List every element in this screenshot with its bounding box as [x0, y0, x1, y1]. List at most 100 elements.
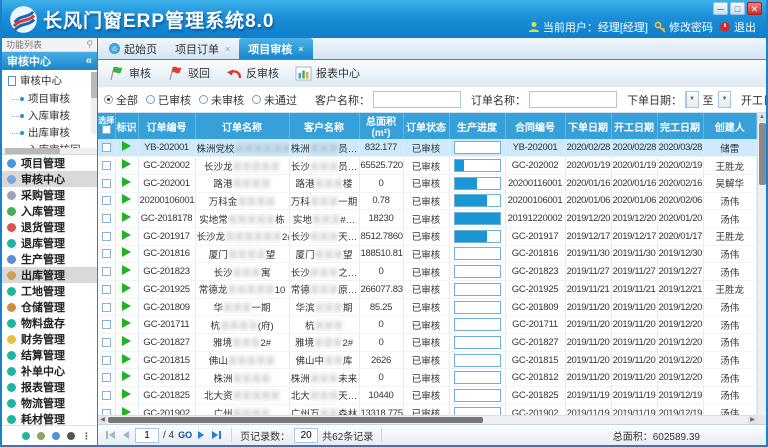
- sidebar-menu-item[interactable]: 耗材管理: [2, 411, 97, 425]
- table-row[interactable]: GC-202002 长沙龙某某某某某 长沙某某某员… 65525.7200… 已…: [98, 157, 757, 175]
- prev-page-button[interactable]: [121, 431, 131, 439]
- order-date-from-input[interactable]: / /▼: [685, 91, 699, 108]
- col-customer[interactable]: 客户名称: [289, 113, 359, 139]
- col-order-name[interactable]: 订单名称: [195, 113, 289, 139]
- sidebar-menu-item[interactable]: 退货管理: [2, 219, 97, 235]
- row-checkbox[interactable]: [102, 320, 111, 329]
- order-date-to-input[interactable]: / /▼: [718, 91, 732, 108]
- row-checkbox[interactable]: [102, 338, 111, 347]
- table-row[interactable]: GC-201827 雅境某某某2# 雅境某某某2# 0 已审核 GC-20182…: [98, 334, 757, 352]
- pin-icon[interactable]: ⚲: [86, 39, 93, 50]
- row-checkbox[interactable]: [102, 285, 111, 294]
- table-row[interactable]: YB-202001 株洲党校某某某某某某 株洲某某某员… 832.177 已审核…: [98, 139, 757, 157]
- row-checkbox[interactable]: [102, 356, 111, 365]
- maximize-button[interactable]: □: [730, 2, 745, 15]
- col-finish-date[interactable]: 完工日期: [657, 113, 703, 139]
- col-contract-no[interactable]: 合同编号: [505, 113, 565, 139]
- vertical-scroll-thumb[interactable]: [759, 123, 766, 185]
- radio-approved[interactable]: 已审核: [146, 92, 191, 108]
- horizontal-scroll-thumb[interactable]: [108, 417, 483, 423]
- tree-vertical-scrollbar[interactable]: [91, 72, 97, 134]
- logout-button[interactable]: 退出: [719, 19, 756, 35]
- radio-failed[interactable]: 未通过: [252, 92, 297, 108]
- sidebar-menu-item[interactable]: 补单中心: [2, 363, 97, 379]
- sidebar-menu-item[interactable]: 结算管理: [2, 347, 97, 363]
- status-dot-icon[interactable]: [22, 432, 30, 440]
- reject-button[interactable]: 驳回: [163, 63, 218, 83]
- col-area[interactable]: 总面积(m²): [359, 113, 403, 139]
- sidebar-menu-item[interactable]: 出库管理: [2, 267, 97, 283]
- last-page-button[interactable]: [210, 431, 223, 439]
- tree-item[interactable]: 出库审核: [8, 124, 89, 141]
- table-row[interactable]: GC-2018178 实地常某某某某某栋 实地某某某#… 18230 已审核 2…: [98, 210, 757, 228]
- tab-home[interactable]: ⌂ 起始页: [100, 38, 166, 59]
- scroll-up-icon[interactable]: ▲: [758, 113, 766, 122]
- sidebar-menu-item[interactable]: 工地管理: [2, 283, 97, 299]
- sidebar-menu-item[interactable]: 入库管理: [2, 203, 97, 219]
- edit-icon[interactable]: [52, 432, 60, 440]
- sidebar-menu-item[interactable]: 物料盘存: [2, 315, 97, 331]
- chevron-down-icon[interactable]: ▼: [686, 92, 698, 107]
- table-row[interactable]: GC-202001 路港某某某某 路港某某某楼 0 已审核 2020011600…: [98, 174, 757, 192]
- row-checkbox[interactable]: [102, 196, 111, 205]
- first-page-button[interactable]: [104, 431, 117, 439]
- table-row[interactable]: GC-201815 佛山某某某某某 佛山中某某库 2626 已审核 GC-201…: [98, 351, 757, 369]
- table-row[interactable]: GC-201917 长沙龙某某某某某某2# 长沙某某某天… 8512.78600…: [98, 227, 757, 245]
- person-icon[interactable]: [67, 432, 75, 440]
- sidebar-menu-item[interactable]: 审核中心: [2, 171, 97, 187]
- report-center-button[interactable]: 报表中心: [291, 63, 368, 83]
- close-tab-icon[interactable]: ×: [298, 44, 303, 54]
- row-checkbox[interactable]: [102, 179, 111, 188]
- sidebar-menu-item[interactable]: 退库管理: [2, 235, 97, 251]
- col-order-no[interactable]: 订单编号: [138, 113, 195, 139]
- radio-all[interactable]: 全部: [104, 92, 138, 108]
- tree-horizontal-scrollbar[interactable]: [2, 148, 97, 154]
- row-checkbox[interactable]: [102, 249, 111, 258]
- sidebar-menu-item[interactable]: 财务管理: [2, 331, 97, 347]
- table-row[interactable]: GC-201825 北大资某某某某某 北大某某某天… 10440 已审核 GC-…: [98, 387, 757, 405]
- table-row[interactable]: GC-201902 广州某某某某 广州万某某森林 13318.775 已审核 G…: [98, 404, 757, 415]
- col-order-date[interactable]: 下单日期: [565, 113, 611, 139]
- horizontal-scrollbar[interactable]: ◀ ▶: [98, 415, 757, 424]
- row-checkbox[interactable]: [102, 303, 111, 312]
- page-number-input[interactable]: [135, 428, 159, 443]
- radio-unapproved[interactable]: 未审核: [199, 92, 244, 108]
- sidebar-menu-item[interactable]: 物流管理: [2, 395, 97, 411]
- scroll-left-icon[interactable]: ◀: [98, 416, 107, 424]
- sidebar-menu-item[interactable]: 报表管理: [2, 379, 97, 395]
- tree-item[interactable]: 项目审核: [8, 90, 89, 107]
- sidebar-menu-item[interactable]: 生产管理: [2, 251, 97, 267]
- table-row[interactable]: GC-201823 长沙某某某寓 长沙某某某之… 0 已审核 GC-201823…: [98, 263, 757, 281]
- cart-icon[interactable]: [37, 432, 45, 440]
- col-start-date[interactable]: 开工日期: [611, 113, 657, 139]
- close-button[interactable]: ✕: [747, 2, 762, 15]
- order-name-input[interactable]: [529, 91, 617, 108]
- minimize-button[interactable]: ─: [713, 2, 728, 15]
- customer-name-input[interactable]: [373, 91, 461, 108]
- row-checkbox[interactable]: [102, 391, 111, 400]
- row-checkbox[interactable]: [102, 267, 111, 276]
- tab-project-orders[interactable]: 项目订单 ×: [166, 38, 239, 59]
- more-icon[interactable]: ⋮: [82, 432, 91, 440]
- sidebar-menu-item[interactable]: 仓储管理: [2, 299, 97, 315]
- col-status[interactable]: 订单状态: [403, 113, 449, 139]
- sidebar-menu-item[interactable]: 采购管理: [2, 187, 97, 203]
- row-checkbox[interactable]: [102, 232, 111, 241]
- table-row[interactable]: GC-201816 厦门某某某某望 厦门某某某望 188510.818 已审核 …: [98, 245, 757, 263]
- table-row[interactable]: GC-201711 杭某某某某(府) 杭某某某 0 已审核 GC-201711 …: [98, 316, 757, 334]
- table-row[interactable]: 20200106001 万科金某某某某 万科某某某一期 0.78 已审核 202…: [98, 192, 757, 210]
- go-button[interactable]: GO: [178, 430, 192, 440]
- row-checkbox[interactable]: [102, 161, 111, 170]
- change-password-button[interactable]: 修改密码: [654, 19, 713, 35]
- tree-root-node[interactable]: 审核中心: [8, 73, 89, 88]
- col-progress[interactable]: 生产进度: [449, 113, 505, 139]
- row-checkbox[interactable]: [102, 373, 111, 382]
- col-creator[interactable]: 创建人: [703, 113, 757, 139]
- collapse-icon[interactable]: «: [86, 55, 92, 67]
- sidebar-menu-item[interactable]: 项目管理: [2, 155, 97, 171]
- row-checkbox[interactable]: [102, 214, 111, 223]
- page-size-input[interactable]: [294, 428, 318, 443]
- tab-project-review[interactable]: 项目审核 ×: [239, 38, 312, 59]
- select-all-checkbox[interactable]: [102, 125, 111, 134]
- approve-button[interactable]: 审核: [104, 63, 159, 83]
